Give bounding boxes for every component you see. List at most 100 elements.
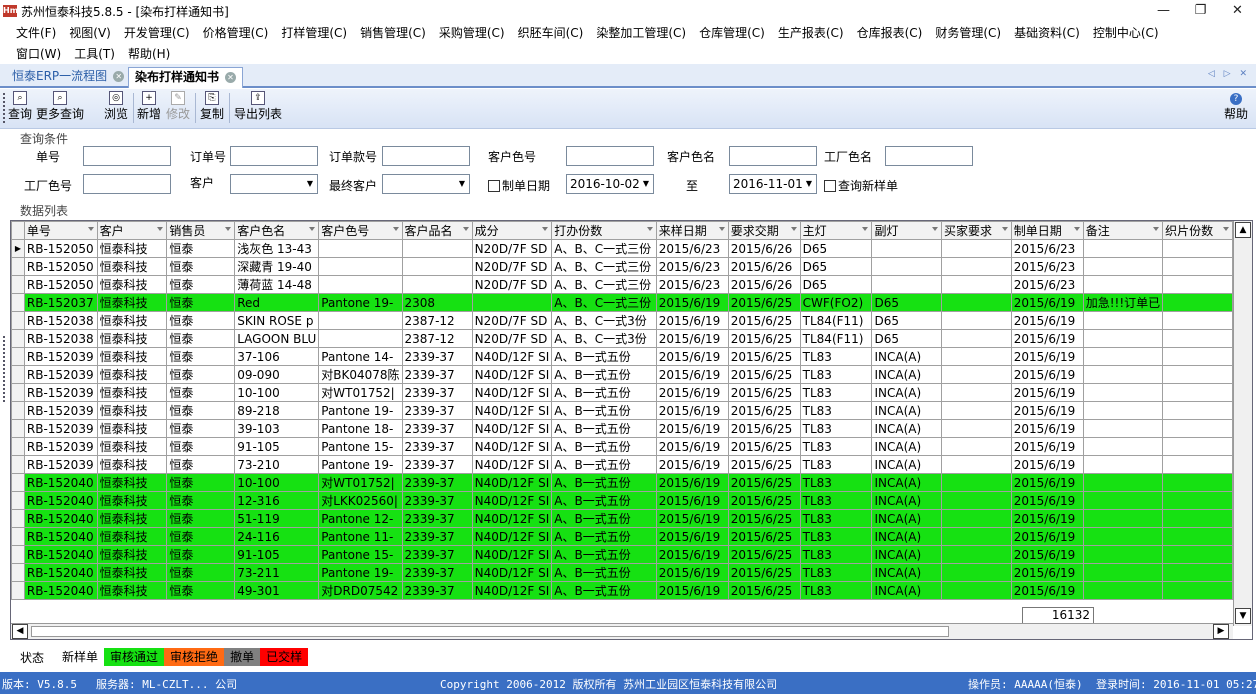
table-cell[interactable] [401, 275, 473, 294]
table-cell[interactable]: 2015/6/19 [655, 581, 729, 600]
table-cell[interactable]: 恒泰 [166, 545, 236, 564]
table-cell[interactable]: 恒泰 [166, 491, 236, 510]
table-row[interactable]: RB-152039 恒泰科技 恒泰 10-100 对WT01752| 2339-37 N40… [11, 383, 1233, 402]
table-cell[interactable]: 2015/6/19 [655, 545, 729, 564]
table-cell[interactable]: A、B一式五份 [551, 347, 657, 366]
table-cell[interactable]: 恒泰 [166, 581, 236, 600]
table-row[interactable]: RB-152038 恒泰科技 恒泰 LAGOON BLU 2387-12 N20D/7F … [11, 329, 1233, 348]
table-cell[interactable]: 2015/6/25 [727, 563, 801, 582]
table-cell[interactable] [941, 527, 1012, 546]
table-cell[interactable]: TL83 [799, 347, 873, 366]
table-cell[interactable]: SKIN ROSE p [234, 311, 320, 330]
table-cell[interactable] [318, 275, 403, 294]
table-cell[interactable]: TL83 [799, 581, 873, 600]
table-cell[interactable]: N40D/12F SI [471, 365, 553, 384]
table-cell[interactable]: N40D/12F SI [471, 473, 553, 492]
table-cell[interactable]: 恒泰科技 [96, 329, 168, 348]
row-header[interactable] [11, 563, 25, 582]
table-cell[interactable]: 恒泰科技 [96, 383, 168, 402]
filter-dropdown-icon[interactable] [225, 227, 232, 231]
table-cell[interactable]: 恒泰科技 [96, 509, 168, 528]
menu-item[interactable]: 基础资料(C) [1001, 24, 1080, 41]
table-cell[interactable]: INCA(A) [871, 509, 943, 528]
table-cell[interactable] [1082, 509, 1164, 528]
row-header[interactable] [11, 311, 25, 330]
row-header[interactable] [11, 401, 25, 420]
table-cell[interactable]: RB-152039 [23, 437, 98, 456]
table-cell[interactable]: 2387-12 [401, 329, 473, 348]
table-cell[interactable] [318, 311, 403, 330]
toolbar-grip[interactable] [3, 93, 6, 123]
filter-dropdown-icon[interactable] [862, 227, 869, 231]
table-cell[interactable]: A、B一式五份 [551, 491, 657, 510]
table-cell[interactable]: 薄荷蓝 14-48 [234, 275, 320, 294]
table-cell[interactable]: 恒泰科技 [96, 491, 168, 510]
table-cell[interactable] [1162, 473, 1233, 492]
table-cell[interactable]: N20D/7F SD [471, 275, 553, 294]
table-cell[interactable]: A、B、C一式3份 [551, 311, 657, 330]
table-cell[interactable]: 2015/6/26 [727, 275, 801, 294]
table-cell[interactable] [1082, 239, 1164, 258]
date-to-picker[interactable]: 2016-11-01 ▼ [729, 174, 817, 194]
table-row[interactable]: RB-152039 恒泰科技 恒泰 89-218 Pantone 19- 2339-37 N… [11, 401, 1233, 420]
table-cell[interactable]: 2015/6/23 [1010, 257, 1084, 276]
table-cell[interactable]: TL83 [799, 455, 873, 474]
filter-dropdown-icon[interactable] [932, 227, 939, 231]
table-cell[interactable]: TL83 [799, 545, 873, 564]
table-row[interactable]: RB-152040 恒泰科技 恒泰 49-301 对DRD07542 2339-37 N40… [11, 581, 1233, 600]
column-header[interactable]: 客户品名 [401, 221, 473, 240]
table-cell[interactable]: D65 [799, 275, 873, 294]
menu-item[interactable]: 生产报表(C) [765, 24, 844, 41]
table-cell[interactable]: N20D/7F SD [471, 329, 553, 348]
table-row[interactable]: RB-152040 恒泰科技 恒泰 91-105 Pantone 15- 2339-37 N… [11, 545, 1233, 564]
table-cell[interactable]: 2015/6/23 [1010, 275, 1084, 294]
table-cell[interactable]: 恒泰科技 [96, 437, 168, 456]
table-cell[interactable] [941, 419, 1012, 438]
table-row[interactable]: RB-152050 恒泰科技 恒泰 薄荷蓝 14-48 N20D/7F SD A、B、C一… [11, 275, 1233, 294]
row-header[interactable] [11, 257, 25, 276]
table-cell[interactable] [1162, 509, 1233, 528]
more-query-button[interactable]: ⌕ 更多查询 [36, 91, 84, 122]
table-cell[interactable] [941, 563, 1012, 582]
table-cell[interactable] [471, 293, 553, 312]
table-cell[interactable]: CWF(FO2) [799, 293, 873, 312]
table-cell[interactable]: 2015/6/19 [1010, 455, 1084, 474]
table-cell[interactable]: 2015/6/19 [1010, 473, 1084, 492]
modify-button[interactable]: ✎ 修改 [166, 91, 190, 122]
table-cell[interactable]: TL83 [799, 491, 873, 510]
table-cell[interactable]: TL83 [799, 401, 873, 420]
table-cell[interactable]: 2015/6/25 [727, 491, 801, 510]
table-cell[interactable]: 09-090 [234, 365, 320, 384]
menu-item[interactable]: 仓库报表(C) [844, 24, 923, 41]
table-cell[interactable]: 2015/6/19 [655, 293, 729, 312]
table-cell[interactable] [1082, 257, 1164, 276]
filter-dropdown-icon[interactable] [718, 227, 725, 231]
column-header[interactable]: 客户 [96, 221, 168, 240]
table-cell[interactable]: TL84(F11) [799, 329, 873, 348]
table-cell[interactable]: 恒泰科技 [96, 239, 168, 258]
table-cell[interactable]: INCA(A) [871, 473, 943, 492]
table-cell[interactable] [1082, 347, 1164, 366]
table-cell[interactable]: 恒泰 [166, 455, 236, 474]
current-row-indicator-icon[interactable]: ▶ [11, 239, 25, 258]
column-header[interactable]: 要求交期 [727, 221, 801, 240]
table-cell[interactable]: A、B一式五份 [551, 437, 657, 456]
cust-color-name-input[interactable] [729, 146, 817, 166]
table-cell[interactable]: 2015/6/25 [727, 347, 801, 366]
table-cell[interactable] [1162, 347, 1233, 366]
checkbox-box[interactable] [824, 179, 836, 192]
table-cell[interactable]: INCA(A) [871, 563, 943, 582]
table-cell[interactable]: RB-152039 [23, 347, 98, 366]
table-cell[interactable]: 对DRD07542 [318, 581, 403, 600]
table-cell[interactable]: 2339-37 [401, 491, 473, 510]
table-cell[interactable] [1162, 329, 1233, 348]
order-style-no-input[interactable] [382, 146, 470, 166]
table-cell[interactable]: 浅灰色 13-43 [234, 239, 320, 258]
table-cell[interactable]: TL83 [799, 563, 873, 582]
tab-close-icon[interactable]: ✕ [225, 72, 237, 83]
table-cell[interactable] [1162, 437, 1233, 456]
table-cell[interactable] [1082, 365, 1164, 384]
table-row[interactable]: RB-152039 恒泰科技 恒泰 39-103 Pantone 18- 2339-37 N… [11, 419, 1233, 438]
minimize-button[interactable]: — [1145, 0, 1182, 22]
table-cell[interactable]: 恒泰科技 [96, 401, 168, 420]
